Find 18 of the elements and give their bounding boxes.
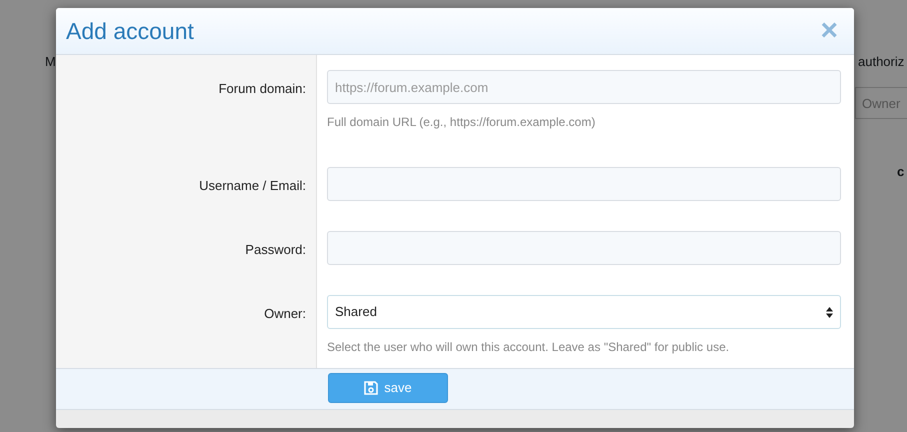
text-field[interactable] [327, 167, 841, 201]
description-text: authoriz [858, 53, 904, 71]
password-field[interactable] [327, 231, 841, 265]
owner-filter-field[interactable]: Owner [855, 87, 907, 119]
dialog-title: Add account [66, 16, 194, 46]
help-text: Full domain URL (e.g., https://forum.example.com) [327, 114, 596, 131]
owner-select[interactable]: Shared [327, 295, 841, 329]
field-label: Password: [245, 242, 306, 257]
description-text: M [45, 53, 56, 71]
close-button[interactable]: × [820, 16, 838, 46]
field-label: Username / Email: [199, 178, 306, 193]
save-button[interactable]: save [328, 373, 448, 403]
sort-arrows-icon [826, 306, 833, 318]
field-label: Forum domain: [218, 81, 306, 96]
column-header: c [897, 163, 904, 181]
text-field[interactable]: https://forum.example.com [327, 70, 841, 104]
help-text: Select the user who will own this account. Leave as "Shared" for public use. [327, 339, 730, 356]
field-label: Owner: [264, 306, 306, 321]
